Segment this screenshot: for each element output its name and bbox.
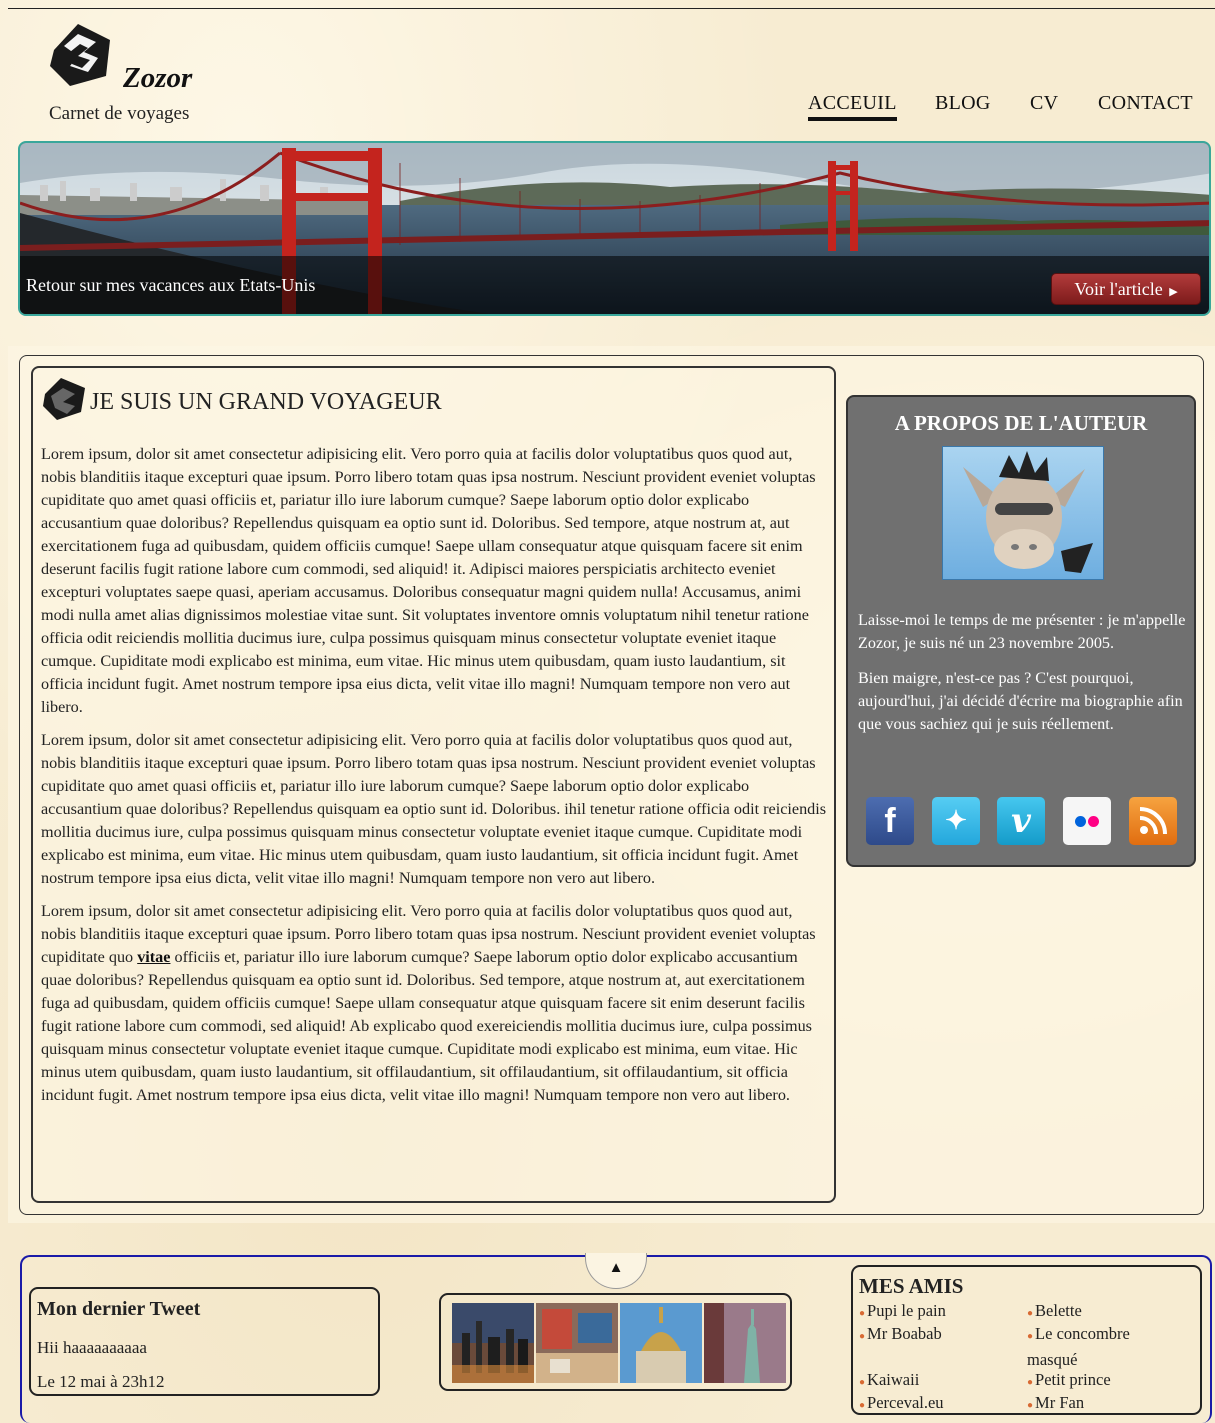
friends-box: MES AMIS ● Pupi le pain ● Mr Boabab ● Kaiwa… [851,1265,1202,1415]
bullet-icon: ● [859,1377,866,1388]
article-paragraph-1: Lorem ipsum, dolor sit amet consectetur … [41,445,816,716]
friend-link[interactable]: ● Mr Fan [1027,1391,1084,1417]
gallery-thumb-city-night[interactable] [452,1303,534,1383]
bullet-icon: ● [859,1400,866,1411]
site-name[interactable]: Zozor [123,62,192,95]
rss-icon[interactable] [1129,797,1177,845]
article-header: JE SUIS UN GRAND VOYAGEUR [41,368,821,428]
friend-name: Le concombre masqué [1027,1324,1130,1369]
gallery-thumb-dome[interactable] [620,1303,702,1383]
hero-banner: Retour sur mes vacances aux Etats-Unis V… [18,141,1211,316]
bullet-icon: ● [1027,1308,1034,1319]
bio-paragraph-2: Bien maigre, n'est-ce pas ? C'est pourqu… [858,669,1183,733]
triangle-right-icon: ▶ [1169,286,1178,298]
facebook-icon[interactable]: f [866,797,914,845]
friend-name: Petit prince [1035,1370,1111,1389]
flickr-icon[interactable] [1063,797,1111,845]
bio-paragraph-1: Laisse-moi le temps de me présenter : je… [858,611,1186,652]
friend-name: Mr Boabab [867,1324,942,1343]
social-links: f ✦ v [866,797,1186,849]
bullet-icon: ● [1027,1331,1034,1342]
friend-name: Mr Fan [1035,1393,1085,1412]
photo-gallery [439,1293,792,1391]
main-nav: ACCEUIL BLOG CV CONTACT [780,92,1210,128]
friend-link[interactable]: ● Le concombre masqué [1027,1322,1177,1371]
article: JE SUIS UN GRAND VOYAGEUR Lorem ipsum, d… [31,366,836,1203]
friends-title: MES AMIS [859,1274,964,1298]
friend-name: Perceval.eu [867,1393,944,1412]
author-sidebar: A PROPOS DE L'AUTEUR Laisse-moi le temps… [846,395,1196,867]
top-divider [8,8,1215,9]
voir-article-label: Voir l'article [1074,279,1163,299]
friend-link[interactable]: ● Perceval.eu [859,1391,944,1417]
gallery-thumb-liberty[interactable] [704,1303,786,1383]
paragraph-3-end: officiis et, pariatur illo iure laborum … [41,948,812,1104]
bullet-icon: ● [1027,1400,1034,1411]
friend-link[interactable]: ● Mr Boabab [859,1322,942,1348]
last-tweet-box: Mon dernier Tweet Hii haaaaaaaaaa Le 12 … [29,1287,380,1396]
vitae-link[interactable]: vitae [137,948,170,966]
vimeo-icon[interactable]: v [997,797,1045,845]
banner-caption-text: Retour sur mes vacances aux Etats-Unis [26,275,316,295]
nav-accueil[interactable]: ACCEUIL [808,92,897,121]
nav-cv[interactable]: CV [1030,92,1058,115]
zozor-avatar [942,446,1104,580]
gallery-thumb-street[interactable] [536,1303,618,1383]
zozor-logo-icon[interactable] [48,22,118,92]
zozor-badge-icon [43,378,85,420]
article-title: JE SUIS UN GRAND VOYAGEUR [90,389,442,415]
author-bio: Laisse-moi le temps de me présenter : je… [858,609,1188,748]
article-paragraph-3: Lorem ipsum, dolor sit amet consectetur … [41,900,831,1107]
friend-name: Pupi le pain [867,1301,946,1320]
friend-name: Belette [1035,1301,1082,1320]
voir-article-button[interactable]: Voir l'article ▶ [1051,273,1201,305]
friend-name: Kaiwaii [867,1370,920,1389]
zozor-donkey-icon [963,451,1093,573]
bullet-icon: ● [1027,1377,1034,1388]
tweet-date: Le 12 mai à 23h12 [37,1372,165,1391]
twitter-icon[interactable]: ✦ [932,797,980,845]
site-tagline: Carnet de voyages [49,103,190,124]
sidebar-title: A PROPOS DE L'AUTEUR [894,411,1148,435]
article-body: Lorem ipsum, dolor sit amet consectetur … [41,443,831,1117]
bullet-icon: ● [859,1308,866,1319]
triangle-up-icon: ▲ [608,1260,624,1276]
nav-contact[interactable]: CONTACT [1098,92,1193,115]
bullet-icon: ● [859,1331,866,1342]
tweet-title: Mon dernier Tweet [37,1298,201,1320]
tweet-text: Hii haaaaaaaaaa [37,1338,147,1357]
nav-blog[interactable]: BLOG [935,92,991,115]
article-paragraph-2: Lorem ipsum, dolor sit amet consectetur … [41,731,827,887]
